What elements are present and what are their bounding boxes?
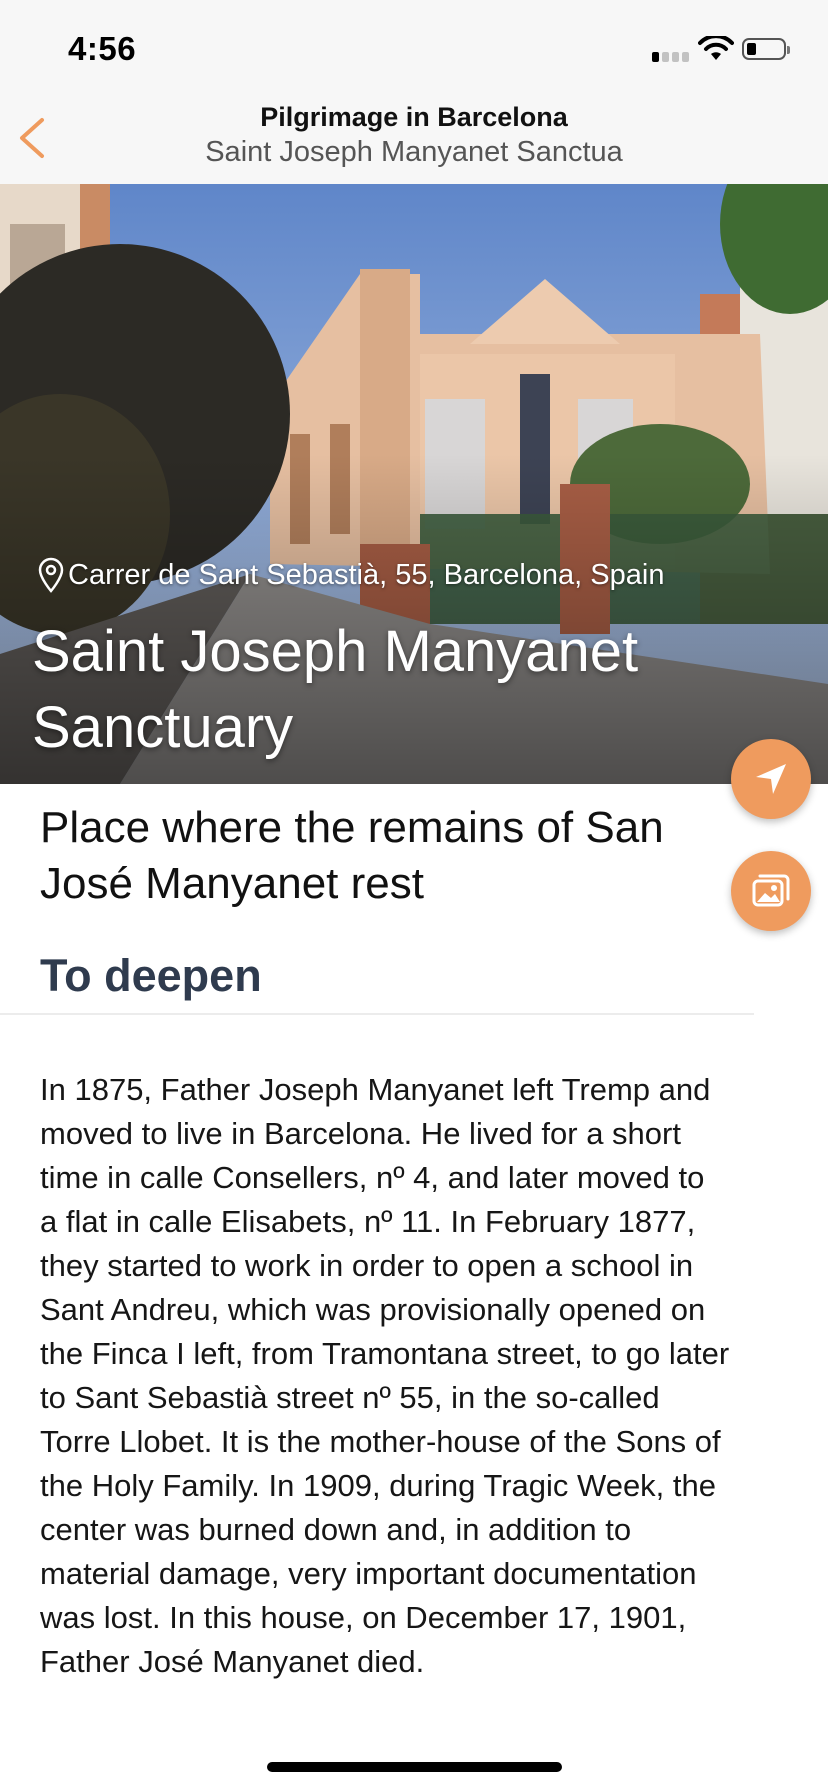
photo-gallery-icon <box>752 874 790 907</box>
divider <box>0 1013 754 1015</box>
hero-image: Carrer de Sant Sebastià, 55, Barcelona, … <box>0 184 828 784</box>
place-description: Place where the remains of San José Many… <box>40 803 664 908</box>
photo-gallery-button[interactable] <box>731 851 811 931</box>
battery-icon <box>742 38 790 60</box>
nav-subtitle: Saint Joseph Manyanet Sanctua <box>205 136 623 168</box>
navigate-button[interactable] <box>731 739 811 819</box>
map-pin-icon <box>38 557 64 593</box>
address-text: Carrer de Sant Sebastià, 55, Barcelona, … <box>68 558 665 591</box>
wifi-icon <box>698 36 734 60</box>
back-button[interactable] <box>8 106 64 170</box>
cellular-signal-icon <box>652 48 690 62</box>
home-indicator[interactable] <box>267 1762 562 1772</box>
history-text: In 1875, Father Joseph Manyanet left Tre… <box>40 1072 730 1679</box>
hero-address: Carrer de Sant Sebastià, 55, Barcelona, … <box>36 556 664 594</box>
place-title: Saint Joseph Manyanet Sanctuary <box>32 619 639 760</box>
status-bar: 4:56 <box>0 0 828 92</box>
section-heading: To deepen <box>40 950 262 1001</box>
navigation-bar: Pilgrimage in Barcelona Saint Joseph Man… <box>0 92 828 185</box>
status-time: 4:56 <box>68 30 137 67</box>
navigation-arrow-icon <box>756 764 786 794</box>
chevron-left-icon <box>20 118 44 158</box>
nav-title: Pilgrimage in Barcelona <box>260 102 568 132</box>
